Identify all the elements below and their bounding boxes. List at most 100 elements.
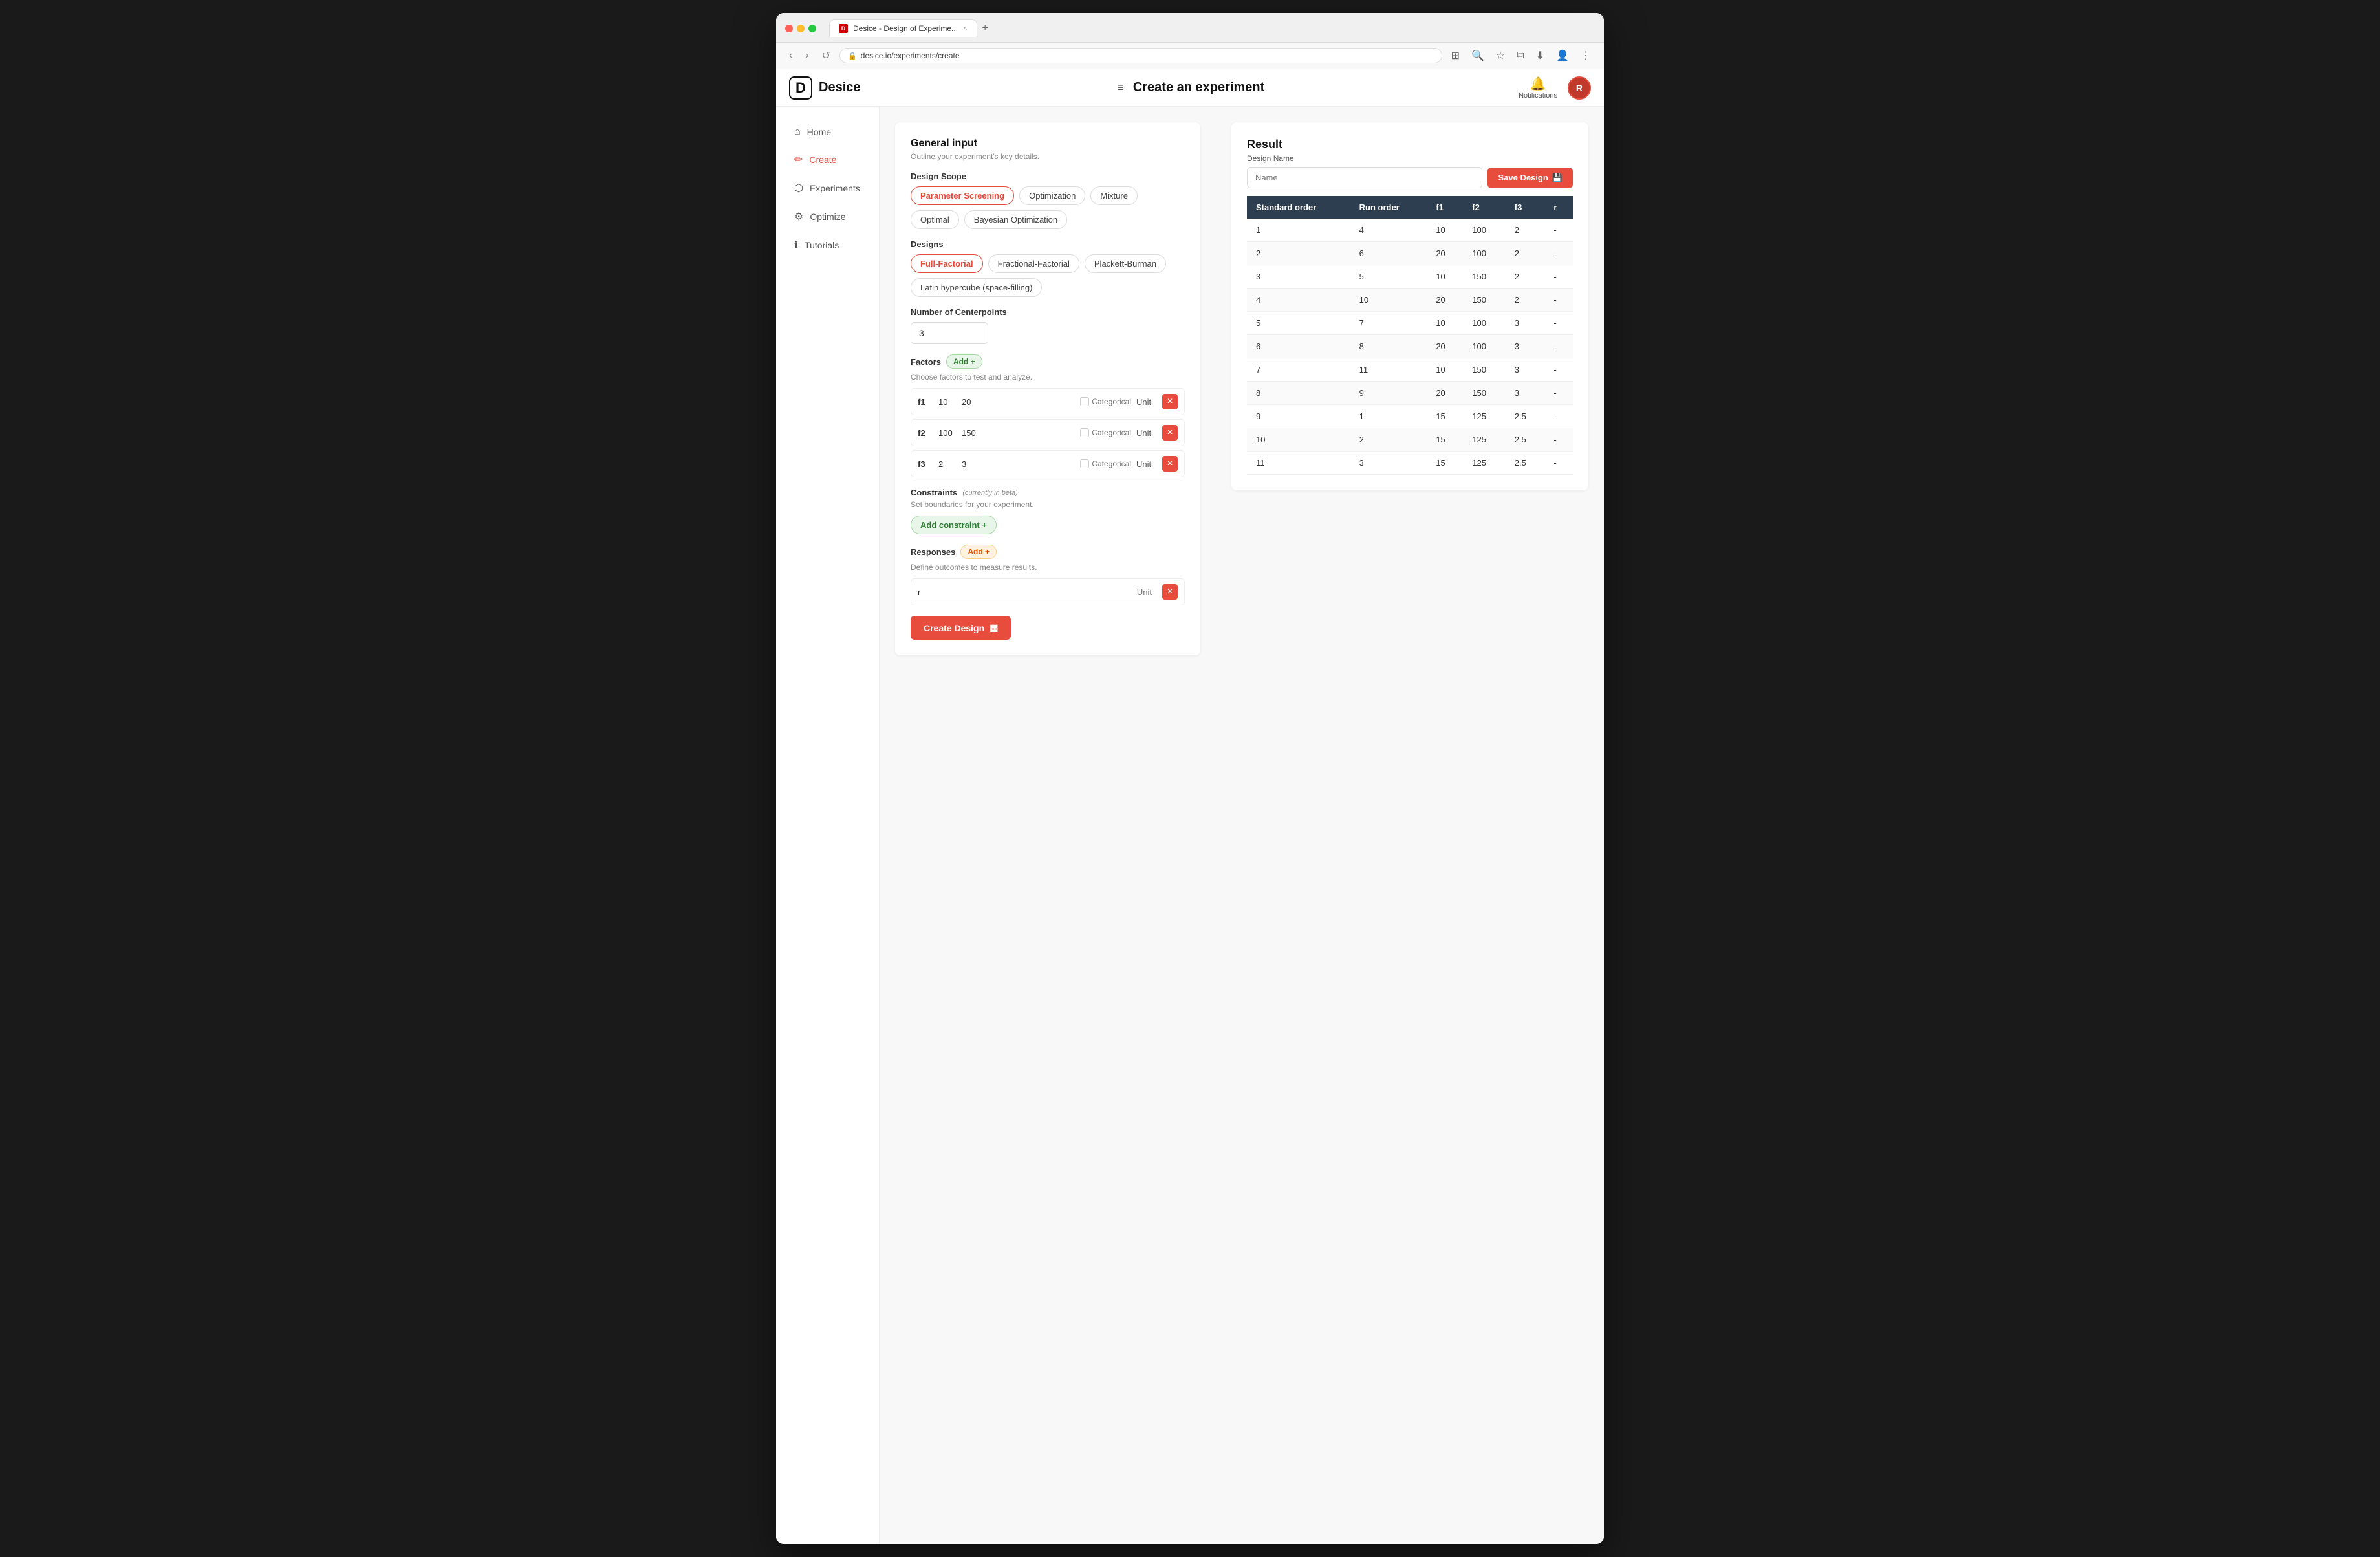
download-btn[interactable]: ⬇ bbox=[1532, 48, 1548, 63]
cell-f2: 100 bbox=[1463, 335, 1505, 358]
translate-btn[interactable]: ⊞ bbox=[1447, 48, 1464, 63]
factor-f3-categorical: Categorical bbox=[1080, 459, 1131, 468]
sidebar-item-experiments[interactable]: ⬡ Experiments bbox=[781, 175, 874, 201]
create-design-button[interactable]: Create Design ▦ bbox=[911, 616, 1011, 640]
sidebar-item-optimize[interactable]: ⚙ Optimize bbox=[781, 204, 874, 230]
scope-btn-optimization[interactable]: Optimization bbox=[1019, 186, 1085, 205]
create-design-label: Create Design bbox=[924, 623, 984, 633]
maximize-traffic-light[interactable] bbox=[808, 25, 816, 32]
centerpoints-input[interactable] bbox=[911, 322, 988, 344]
sidebar-item-home[interactable]: ⌂ Home bbox=[781, 120, 874, 144]
cell-std: 9 bbox=[1247, 405, 1350, 428]
cell-run: 9 bbox=[1350, 382, 1427, 405]
categorical-checkbox-f3[interactable] bbox=[1080, 459, 1089, 468]
minimize-traffic-light[interactable] bbox=[797, 25, 805, 32]
zoom-btn[interactable]: 🔍 bbox=[1467, 48, 1488, 63]
design-btn-full-factorial[interactable]: Full-Factorial bbox=[911, 254, 983, 273]
profile-btn[interactable]: 👤 bbox=[1552, 48, 1573, 63]
categorical-checkbox-f1[interactable] bbox=[1080, 397, 1089, 406]
cell-f1: 20 bbox=[1427, 289, 1463, 312]
address-bar[interactable]: 🔒 desice.io/experiments/create bbox=[839, 48, 1442, 63]
scope-btn-bayesian[interactable]: Bayesian Optimization bbox=[964, 210, 1067, 229]
cell-std: 3 bbox=[1247, 265, 1350, 289]
hamburger-menu[interactable]: ≡ bbox=[1114, 78, 1127, 97]
form-panel: General input Outline your experiment's … bbox=[880, 107, 1216, 1544]
response-r-name: r bbox=[918, 587, 920, 597]
extensions-btn[interactable]: ⧉ bbox=[1513, 49, 1528, 63]
general-input-card: General input Outline your experiment's … bbox=[895, 122, 1200, 655]
create-design-icon: ▦ bbox=[990, 622, 998, 633]
sidebar-home-label: Home bbox=[807, 127, 831, 137]
active-tab[interactable]: D Desice - Design of Experime... × bbox=[829, 19, 977, 37]
design-name-label: Design Name bbox=[1247, 154, 1573, 163]
cell-run: 6 bbox=[1350, 242, 1427, 265]
responses-subtitle: Define outcomes to measure results. bbox=[911, 563, 1185, 572]
scope-btn-mixture[interactable]: Mixture bbox=[1090, 186, 1138, 205]
add-constraint-button[interactable]: Add constraint + bbox=[911, 516, 997, 534]
save-design-button[interactable]: Save Design 💾 bbox=[1488, 168, 1573, 188]
col-standard-order: Standard order bbox=[1247, 196, 1350, 219]
result-table: Standard order Run order f1 f2 f3 r 1 4 … bbox=[1247, 196, 1573, 475]
refresh-button[interactable]: ↺ bbox=[818, 48, 834, 63]
remove-factor-f2[interactable]: × bbox=[1162, 425, 1178, 441]
cell-f1: 20 bbox=[1427, 242, 1463, 265]
topbar-center: ≡ Create an experiment bbox=[1114, 78, 1264, 97]
design-name-input[interactable] bbox=[1247, 167, 1482, 188]
add-factor-button[interactable]: Add + bbox=[946, 354, 982, 369]
new-tab-button[interactable]: + bbox=[977, 20, 993, 37]
cell-f2: 100 bbox=[1463, 242, 1505, 265]
cell-f3: 3 bbox=[1506, 358, 1545, 382]
browser-chrome: D Desice - Design of Experime... × + bbox=[776, 13, 1604, 43]
cell-r: - bbox=[1544, 428, 1573, 452]
tab-close-btn[interactable]: × bbox=[963, 25, 967, 32]
factor-f1-unit: Unit bbox=[1136, 397, 1157, 407]
cell-f3: 2.5 bbox=[1506, 428, 1545, 452]
design-scope-group: Parameter Screening Optimization Mixture… bbox=[911, 186, 1185, 229]
table-row: 3 5 10 150 2 - bbox=[1247, 265, 1573, 289]
scope-btn-optimal[interactable]: Optimal bbox=[911, 210, 959, 229]
cell-std: 7 bbox=[1247, 358, 1350, 382]
tutorials-icon: ℹ bbox=[794, 239, 798, 252]
factors-label: Factors bbox=[911, 357, 941, 367]
remove-factor-f3[interactable]: × bbox=[1162, 456, 1178, 472]
app-topbar: D Desice ≡ Create an experiment 🔔 Notifi… bbox=[776, 69, 1604, 107]
cell-f2: 150 bbox=[1463, 265, 1505, 289]
table-row: 4 10 20 150 2 - bbox=[1247, 289, 1573, 312]
constraints-label: Constraints bbox=[911, 488, 957, 497]
design-btn-fractional[interactable]: Fractional-Factorial bbox=[988, 254, 1079, 273]
result-table-body: 1 4 10 100 2 - 2 6 20 100 2 - 3 5 10 150… bbox=[1247, 219, 1573, 475]
sidebar-create-label: Create bbox=[809, 155, 836, 165]
factors-header: Factors Add + bbox=[911, 354, 1185, 369]
back-button[interactable]: ‹ bbox=[785, 49, 796, 63]
designs-group: Full-Factorial Fractional-Factorial Plac… bbox=[911, 254, 1185, 297]
forward-button[interactable]: › bbox=[801, 49, 812, 63]
table-row: 11 3 15 125 2.5 - bbox=[1247, 452, 1573, 475]
design-btn-latin[interactable]: Latin hypercube (space-filling) bbox=[911, 278, 1042, 297]
scope-btn-parameter-screening[interactable]: Parameter Screening bbox=[911, 186, 1014, 205]
cell-r: - bbox=[1544, 242, 1573, 265]
user-avatar[interactable]: R bbox=[1568, 76, 1591, 100]
factor-f3-min: 2 bbox=[938, 459, 957, 469]
sidebar-item-tutorials[interactable]: ℹ Tutorials bbox=[781, 232, 874, 258]
categorical-checkbox-f2[interactable] bbox=[1080, 428, 1089, 437]
bookmark-btn[interactable]: ☆ bbox=[1492, 48, 1509, 63]
create-icon: ✏ bbox=[794, 153, 803, 166]
cell-std: 11 bbox=[1247, 452, 1350, 475]
remove-factor-f1[interactable]: × bbox=[1162, 394, 1178, 409]
sidebar-item-create[interactable]: ✏ Create bbox=[781, 147, 874, 173]
topbar-right: 🔔 Notifications R bbox=[1519, 76, 1591, 100]
add-response-button[interactable]: Add + bbox=[960, 545, 997, 559]
notifications-label: Notifications bbox=[1519, 92, 1557, 100]
table-row: 1 4 10 100 2 - bbox=[1247, 219, 1573, 242]
menu-btn[interactable]: ⋮ bbox=[1577, 48, 1595, 63]
close-traffic-light[interactable] bbox=[785, 25, 793, 32]
cell-run: 10 bbox=[1350, 289, 1427, 312]
notifications-area[interactable]: 🔔 Notifications bbox=[1519, 76, 1557, 100]
remove-response-r[interactable]: × bbox=[1162, 584, 1178, 600]
main-content: General input Outline your experiment's … bbox=[880, 107, 1604, 1544]
cell-std: 1 bbox=[1247, 219, 1350, 242]
cell-r: - bbox=[1544, 312, 1573, 335]
design-btn-plackett[interactable]: Plackett-Burman bbox=[1085, 254, 1166, 273]
responses-label: Responses bbox=[911, 547, 955, 557]
factor-f2-categorical: Categorical bbox=[1080, 428, 1131, 437]
